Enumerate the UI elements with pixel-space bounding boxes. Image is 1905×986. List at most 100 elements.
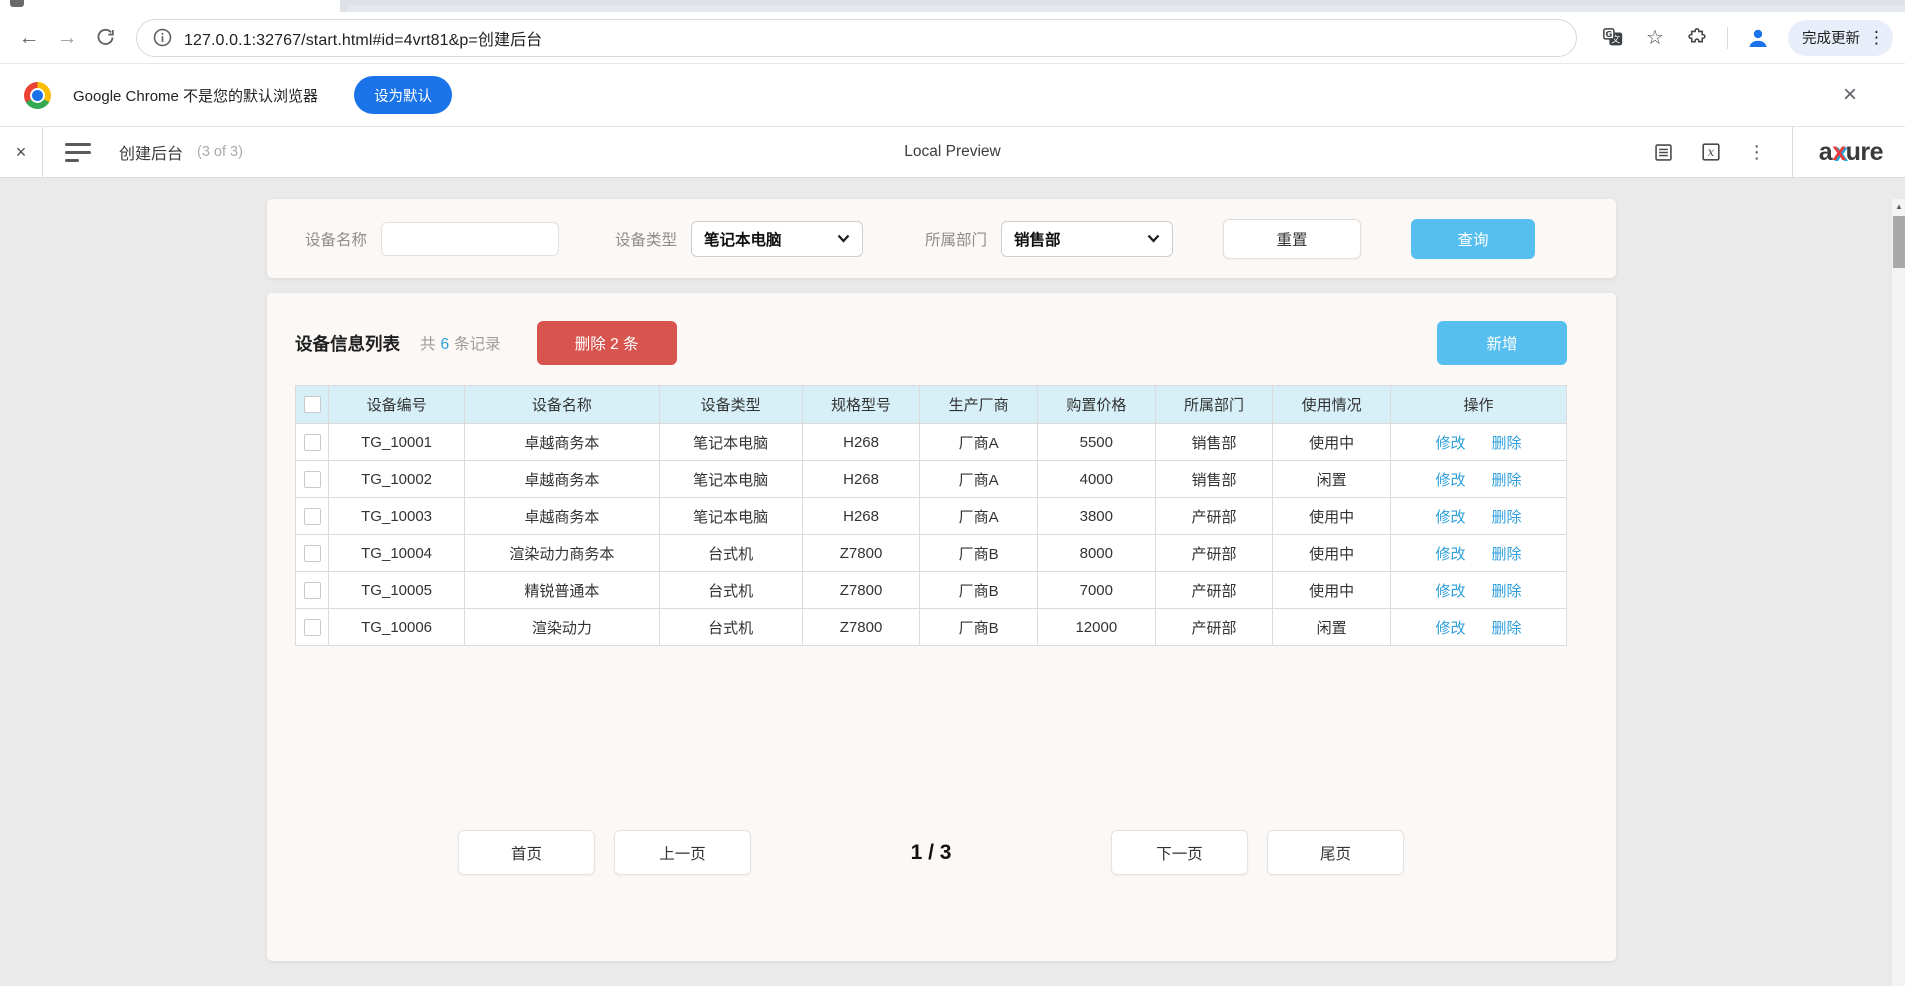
device-name-input[interactable]	[381, 222, 559, 256]
col-department: 所属部门	[1155, 386, 1273, 424]
col-device-name: 设备名称	[465, 386, 659, 424]
table-row: TG_10001 卓越商务本 笔记本电脑 H268 厂商A 5500 销售部 使…	[296, 424, 1567, 461]
edit-link[interactable]: 修改	[1435, 509, 1465, 526]
chrome-logo-icon	[24, 82, 51, 109]
back-icon[interactable]: ←	[10, 19, 48, 57]
edit-link[interactable]: 修改	[1435, 435, 1465, 452]
cell-model: Z7800	[802, 572, 920, 609]
row-checkbox[interactable]	[304, 619, 321, 636]
svg-text:G: G	[1605, 29, 1612, 39]
delete-link[interactable]: 删除	[1492, 620, 1522, 637]
cell-device-name: 渲染动力	[465, 609, 659, 646]
reset-button[interactable]: 重置	[1223, 219, 1361, 259]
forward-icon[interactable]: →	[48, 19, 86, 57]
sidebar-close-icon[interactable]: ×	[0, 142, 42, 163]
table-header-row: 设备编号 设备名称 设备类型 规格型号 生产厂商 购置价格 所属部门 使用情况 …	[296, 386, 1567, 424]
preview-more-icon[interactable]: ⋮	[1748, 142, 1766, 163]
cell-model: Z7800	[802, 535, 920, 572]
cell-device-name: 渲染动力商务本	[465, 535, 659, 572]
svg-text:x: x	[1707, 145, 1714, 159]
reload-icon[interactable]	[86, 19, 124, 57]
cell-device-type: 笔记本电脑	[659, 424, 802, 461]
cell-vendor: 厂商A	[920, 461, 1038, 498]
cell-status: 使用中	[1273, 498, 1391, 535]
page-title: 创建后台	[119, 140, 183, 164]
delete-link[interactable]: 删除	[1492, 435, 1522, 452]
address-bar[interactable]: 127.0.0.1:32767/start.html#id=4vrt81&p=创…	[136, 19, 1577, 57]
last-page-button[interactable]: 尾页	[1267, 830, 1404, 875]
cell-actions: 修改 删除	[1391, 572, 1567, 609]
delete-link[interactable]: 删除	[1492, 546, 1522, 563]
cell-department: 产研部	[1155, 535, 1273, 572]
row-checkbox[interactable]	[304, 508, 321, 525]
record-count-value: 6	[441, 336, 450, 353]
banner-close-icon[interactable]: ×	[1833, 78, 1867, 112]
device-type-label: 设备类型	[615, 228, 677, 250]
profile-icon[interactable]	[1740, 20, 1776, 56]
site-info-icon[interactable]	[153, 28, 172, 47]
cell-price: 3800	[1038, 498, 1156, 535]
chevron-down-icon	[1147, 234, 1160, 243]
url-text[interactable]: 127.0.0.1:32767/start.html#id=4vrt81&p=创…	[184, 26, 542, 50]
cell-actions: 修改 删除	[1391, 424, 1567, 461]
bookmark-star-icon[interactable]: ☆	[1637, 20, 1673, 56]
search-button[interactable]: 查询	[1411, 219, 1535, 259]
cell-price: 8000	[1038, 535, 1156, 572]
table-row: TG_10004 渲染动力商务本 台式机 Z7800 厂商B 8000 产研部 …	[296, 535, 1567, 572]
toolbar-divider	[1727, 27, 1728, 49]
first-page-button[interactable]: 首页	[458, 830, 595, 875]
cell-device-type: 台式机	[659, 535, 802, 572]
prev-page-button[interactable]: 上一页	[614, 830, 751, 875]
checkbox-cell	[296, 535, 329, 572]
device-type-select[interactable]: 笔记本电脑	[691, 221, 863, 257]
table-row: TG_10003 卓越商务本 笔记本电脑 H268 厂商A 3800 产研部 使…	[296, 498, 1567, 535]
notes-icon[interactable]	[1653, 142, 1674, 163]
cell-actions: 修改 删除	[1391, 535, 1567, 572]
checkbox-cell	[296, 461, 329, 498]
cell-device-name: 卓越商务本	[465, 424, 659, 461]
add-button[interactable]: 新增	[1437, 321, 1567, 365]
cell-device-name: 卓越商务本	[465, 498, 659, 535]
col-price: 购置价格	[1038, 386, 1156, 424]
row-checkbox[interactable]	[304, 545, 321, 562]
screen: ← → 127.0.0.1:32767/start.html#id=4vrt81…	[0, 0, 1905, 986]
next-page-button[interactable]: 下一页	[1111, 830, 1248, 875]
pagination: 首页 上一页 1 / 3 下一页 尾页	[295, 830, 1567, 875]
extensions-icon[interactable]	[1679, 20, 1715, 56]
scrollbar-up-icon[interactable]: ▲	[1892, 199, 1905, 214]
delete-link[interactable]: 删除	[1492, 472, 1522, 489]
department-select[interactable]: 销售部	[1001, 221, 1173, 257]
delete-link[interactable]: 删除	[1492, 509, 1522, 526]
edit-link[interactable]: 修改	[1435, 472, 1465, 489]
cell-device-id: TG_10006	[329, 609, 465, 646]
variables-icon[interactable]: x	[1700, 141, 1722, 163]
row-checkbox[interactable]	[304, 471, 321, 488]
cell-device-name: 精锐普通本	[465, 572, 659, 609]
cell-department: 销售部	[1155, 461, 1273, 498]
table-row: TG_10006 渲染动力 台式机 Z7800 厂商B 12000 产研部 闲置…	[296, 609, 1567, 646]
axure-logo-a: a	[1819, 138, 1832, 167]
cell-device-id: TG_10002	[329, 461, 465, 498]
edit-link[interactable]: 修改	[1435, 546, 1465, 563]
cell-status: 使用中	[1273, 424, 1391, 461]
edit-link[interactable]: 修改	[1435, 583, 1465, 600]
pages-menu-icon[interactable]	[65, 143, 91, 162]
preview-bar-divider	[42, 127, 43, 178]
edit-link[interactable]: 修改	[1435, 620, 1465, 637]
row-checkbox[interactable]	[304, 582, 321, 599]
select-all-cell	[296, 386, 329, 424]
active-tab[interactable]	[0, 0, 340, 12]
chrome-update-chip[interactable]: 完成更新 ⋮	[1788, 20, 1893, 56]
vertical-scrollbar[interactable]: ▲ ▼	[1891, 199, 1905, 986]
delete-link[interactable]: 删除	[1492, 583, 1522, 600]
translate-icon[interactable]: 文 G	[1595, 20, 1631, 56]
delete-selected-button[interactable]: 删除 2 条	[537, 321, 677, 365]
cell-device-id: TG_10001	[329, 424, 465, 461]
scrollbar-thumb[interactable]	[1893, 216, 1905, 268]
select-all-checkbox[interactable]	[304, 396, 321, 413]
set-default-button[interactable]: 设为默认	[354, 76, 452, 114]
chrome-menu-icon[interactable]: ⋮	[1868, 28, 1885, 48]
cell-device-id: TG_10004	[329, 535, 465, 572]
row-checkbox[interactable]	[304, 434, 321, 451]
cell-department: 销售部	[1155, 424, 1273, 461]
